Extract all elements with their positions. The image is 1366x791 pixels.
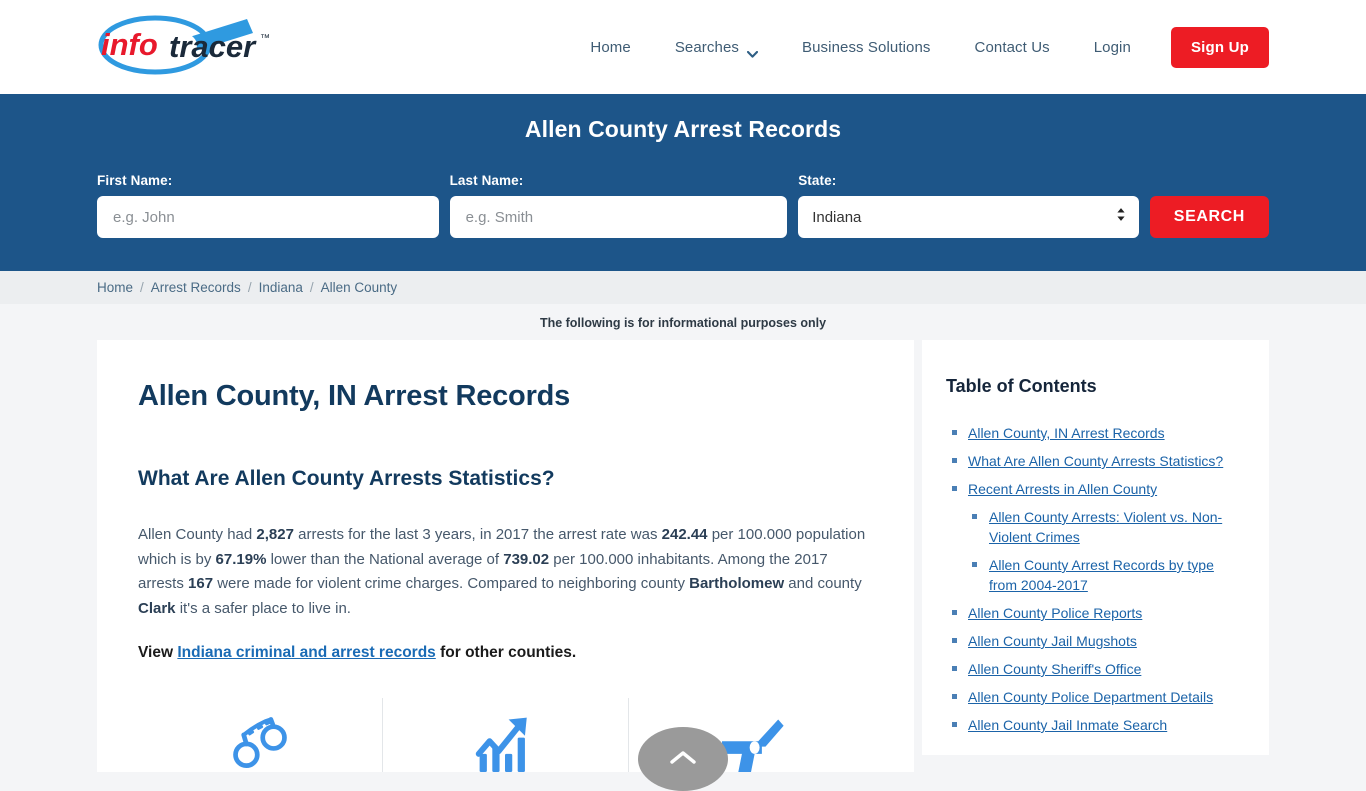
breadcrumb-item-arrest-records[interactable]: Arrest Records [151,280,241,295]
icon-cell-handcuffs [138,698,382,772]
toc-link-allen-county-police-department-details[interactable]: Allen County Police Department Details [968,687,1213,707]
infotracer-logo-icon: info tracer ™ [98,15,270,75]
svg-text:tracer: tracer [169,29,257,64]
toc-link-allen-county-sheriffs-office[interactable]: Allen County Sheriff's Office [968,659,1141,679]
toc-item: Allen County Jail Mugshots [946,631,1245,651]
first-name-input[interactable] [97,196,439,238]
breadcrumb-item-allen-county[interactable]: Allen County [321,280,398,295]
sign-up-button[interactable]: Sign Up [1170,26,1269,68]
toc-link-allen-county-police-reports[interactable]: Allen County Police Reports [968,603,1142,623]
last-name-field-group: Last Name: [449,173,788,238]
gun-icon [721,719,784,772]
breadcrumb: Home / Arrest Records / Indiana / Allen … [0,271,1366,304]
first-name-field-group: First Name: [97,173,439,238]
breadcrumb-separator: / [309,280,314,295]
informational-notice: The following is for informational purpo… [539,316,827,330]
state-field-group: State: Indiana [798,173,1139,238]
breadcrumb-separator: / [247,280,252,295]
toc-item: Allen County Police Reports [946,603,1245,623]
stats-text: arrests for the last 3 years, in 2017 th… [293,526,662,543]
nav-item-searches[interactable]: Searches [653,38,780,58]
view-other-counties-line: View Indiana criminal and arrest records… [138,644,873,662]
toc-link-allen-county-jail-inmate-search[interactable]: Allen County Jail Inmate Search [968,715,1167,735]
chevron-down-icon [746,45,759,58]
view-prefix: View [138,644,178,661]
nav-label: Home [590,38,631,56]
toc-subitem: Allen County Arrests: Violent vs. Non-Vi… [968,507,1245,547]
scroll-to-top-button[interactable] [638,727,728,791]
svg-text:™: ™ [260,33,270,44]
table-of-contents-card: Table of Contents Allen County, IN Arres… [922,340,1269,755]
section-title-statistics: What Are Allen County Arrests Statistics… [138,467,555,490]
toc-title: Table of Contents [946,376,1097,396]
trending-up-chart-icon [476,717,528,772]
banner-title: Allen County Arrest Records [524,116,842,142]
nav-item-contact-us[interactable]: Contact Us [953,39,1072,56]
stats-text: Allen County had [138,526,257,543]
toc-sublist: Allen County Arrests: Violent vs. Non-Vi… [968,507,1245,595]
main-content-card: Allen County, IN Arrest Records What Are… [97,340,914,772]
stats-text: were made for violent crime charges. Com… [213,575,690,592]
state-select[interactable]: Indiana [798,196,1139,238]
stat-percent-lower: 67.19% [215,550,267,568]
svg-text:info: info [101,27,158,62]
nav-label: Login [1093,38,1131,56]
toc-subitem: Allen County Arrest Records by type from… [968,555,1245,595]
toc-link-allen-county-in-arrest-records[interactable]: Allen County, IN Arrest Records [968,423,1165,443]
site-logo[interactable]: info tracer ™ [97,12,337,82]
indiana-records-link[interactable]: Indiana criminal and arrest records [177,644,435,661]
toc-link-allen-county-jail-mugshots[interactable]: Allen County Jail Mugshots [968,631,1137,651]
toc-link-arrest-records-by-type-2004-2017[interactable]: Allen County Arrest Records by type from… [989,555,1245,595]
toc-item: Recent Arrests in Allen County Allen Cou… [946,479,1245,595]
toc-link-violent-vs-non-violent-crimes[interactable]: Allen County Arrests: Violent vs. Non-Vi… [989,507,1245,547]
stat-arrest-rate: 242.44 [661,526,708,543]
state-label: State: [798,173,837,188]
nav-item-business-solutions[interactable]: Business Solutions [780,39,953,56]
page-title: Allen County, IN Arrest Records [138,380,571,412]
nav-item-login[interactable]: Login [1072,39,1153,56]
search-banner: Allen County Arrest Records First Name: … [0,94,1366,271]
nav-label: Searches [674,38,739,56]
toc-item: Allen County, IN Arrest Records [946,423,1245,443]
stat-neighbor-county-2: Clark [138,599,176,617]
stats-text: it's a safer place to live in. [175,599,351,617]
chevron-up-icon [670,750,696,768]
first-name-label: First Name: [97,173,173,188]
search-button[interactable]: SEARCH [1149,196,1269,238]
view-suffix: for other counties. [435,644,577,661]
stat-violent-arrests: 167 [188,575,214,592]
content-area: Allen County, IN Arrest Records What Are… [0,340,1366,772]
site-header: info tracer ™ Home Searches Business Sol… [0,0,1366,94]
icon-cell-trending-chart [382,698,627,772]
stats-text: and county [784,575,862,592]
nav-item-home[interactable]: Home [568,39,652,56]
breadcrumb-item-indiana[interactable]: Indiana [259,280,303,295]
toc-link-what-are-allen-county-arrests-statistics[interactable]: What Are Allen County Arrests Statistics… [968,451,1223,471]
stat-neighbor-county-1: Bartholomew [689,575,785,592]
toc-list: Allen County, IN Arrest Records What Are… [946,423,1245,735]
toc-item: Allen County Jail Inmate Search [946,715,1245,735]
stat-national-average: 739.02 [503,550,550,568]
last-name-input[interactable] [449,196,788,238]
breadcrumb-item-home[interactable]: Home [97,280,133,295]
toc-item: Allen County Sheriff's Office [946,659,1245,679]
nav-label: Contact Us [974,38,1050,56]
stat-total-arrests: 2,827 [256,526,294,543]
toc-item: Allen County Police Department Details [946,687,1245,707]
breadcrumb-separator: / [140,280,144,295]
main-navigation: Home Searches Business Solutions Contact… [568,26,1269,68]
arrest-statistics-paragraph: Allen County had 2,827 arrests for the l… [138,523,873,621]
stats-text: lower than the National average of [266,550,504,568]
toc-item: What Are Allen County Arrests Statistics… [946,451,1245,471]
handcuffs-icon [233,717,287,769]
arrest-search-form: First Name: Last Name: State: Indiana [97,173,1269,238]
nav-label: Business Solutions [801,38,931,56]
feature-icon-row [138,698,873,772]
toc-link-recent-arrests-in-allen-county[interactable]: Recent Arrests in Allen County [968,479,1157,499]
last-name-label: Last Name: [449,173,524,188]
